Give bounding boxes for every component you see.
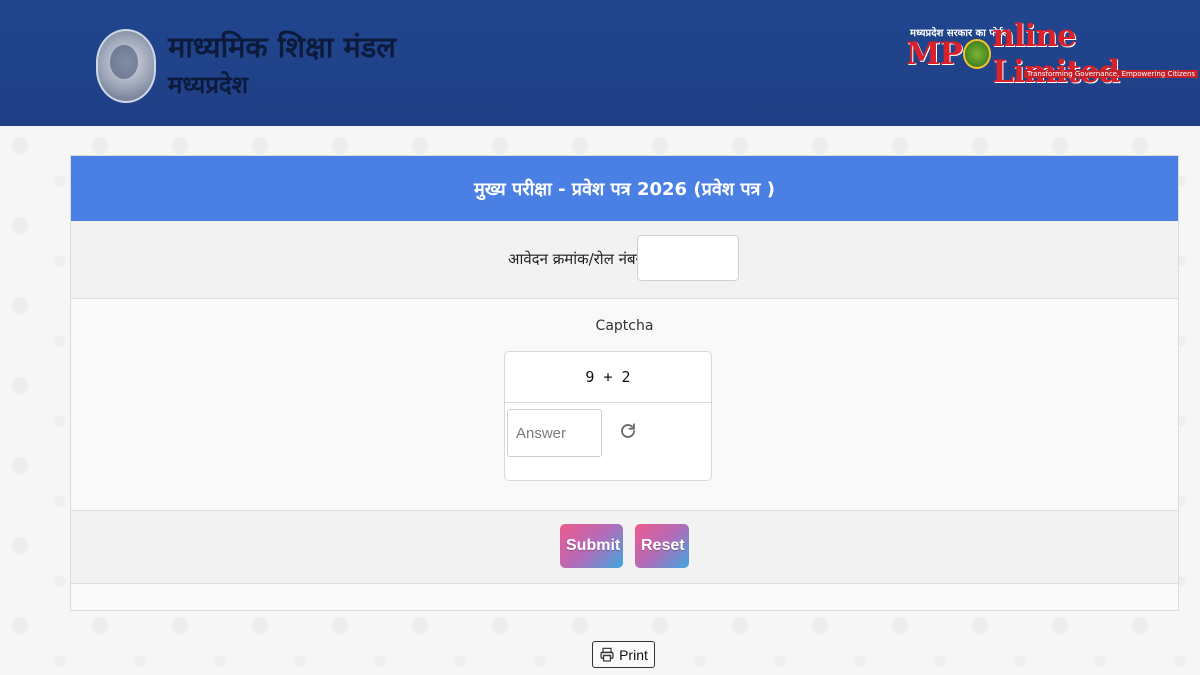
- button-row: Submit Reset: [71, 511, 1178, 584]
- admit-card-form: मुख्य परीक्षा - प्रवेश पत्र 2026 (प्रवेश…: [70, 155, 1179, 611]
- reset-button[interactable]: Reset: [635, 524, 689, 568]
- mponline-logo-right: nline Limited: [992, 18, 1120, 90]
- mponline-logo[interactable]: MP nline Limited: [906, 18, 1200, 90]
- printer-icon: [600, 647, 614, 662]
- form-title: मुख्य परीक्षा - प्रवेश पत्र 2026 (प्रवेश…: [71, 156, 1178, 221]
- org-title: माध्यमिक शिक्षा मंडल: [168, 30, 396, 64]
- mponline-tagline: Transforming Governance, Empowering Citi…: [1024, 70, 1199, 78]
- captcha-label: Captcha: [595, 318, 654, 334]
- board-emblem-logo: [96, 29, 156, 103]
- roll-number-label-text: आवेदन क्रमांक/रोल नंबर: [508, 250, 642, 268]
- org-subtitle: मध्यप्रदेश: [168, 70, 249, 99]
- print-label: Print: [619, 646, 648, 663]
- captcha-question: 9 + 2: [505, 352, 711, 403]
- captcha-answer-input[interactable]: [507, 409, 602, 457]
- refresh-icon[interactable]: [619, 422, 637, 440]
- roll-number-row: आवेदन क्रमांक/रोल नंबर*: [71, 221, 1178, 299]
- captcha-row: Captcha 9 + 2: [71, 299, 1178, 511]
- roll-number-input[interactable]: [637, 235, 739, 281]
- mponline-o-emblem: [962, 39, 992, 69]
- roll-number-label: आवेदन क्रमांक/रोल नंबर*: [508, 249, 649, 269]
- captcha-box: 9 + 2: [504, 351, 712, 481]
- submit-button[interactable]: Submit: [560, 524, 623, 568]
- mponline-logo-left: MP: [906, 36, 963, 72]
- print-button[interactable]: Print: [592, 641, 655, 668]
- site-header: माध्यमिक शिक्षा मंडल मध्यप्रदेश मध्यप्रद…: [0, 0, 1200, 126]
